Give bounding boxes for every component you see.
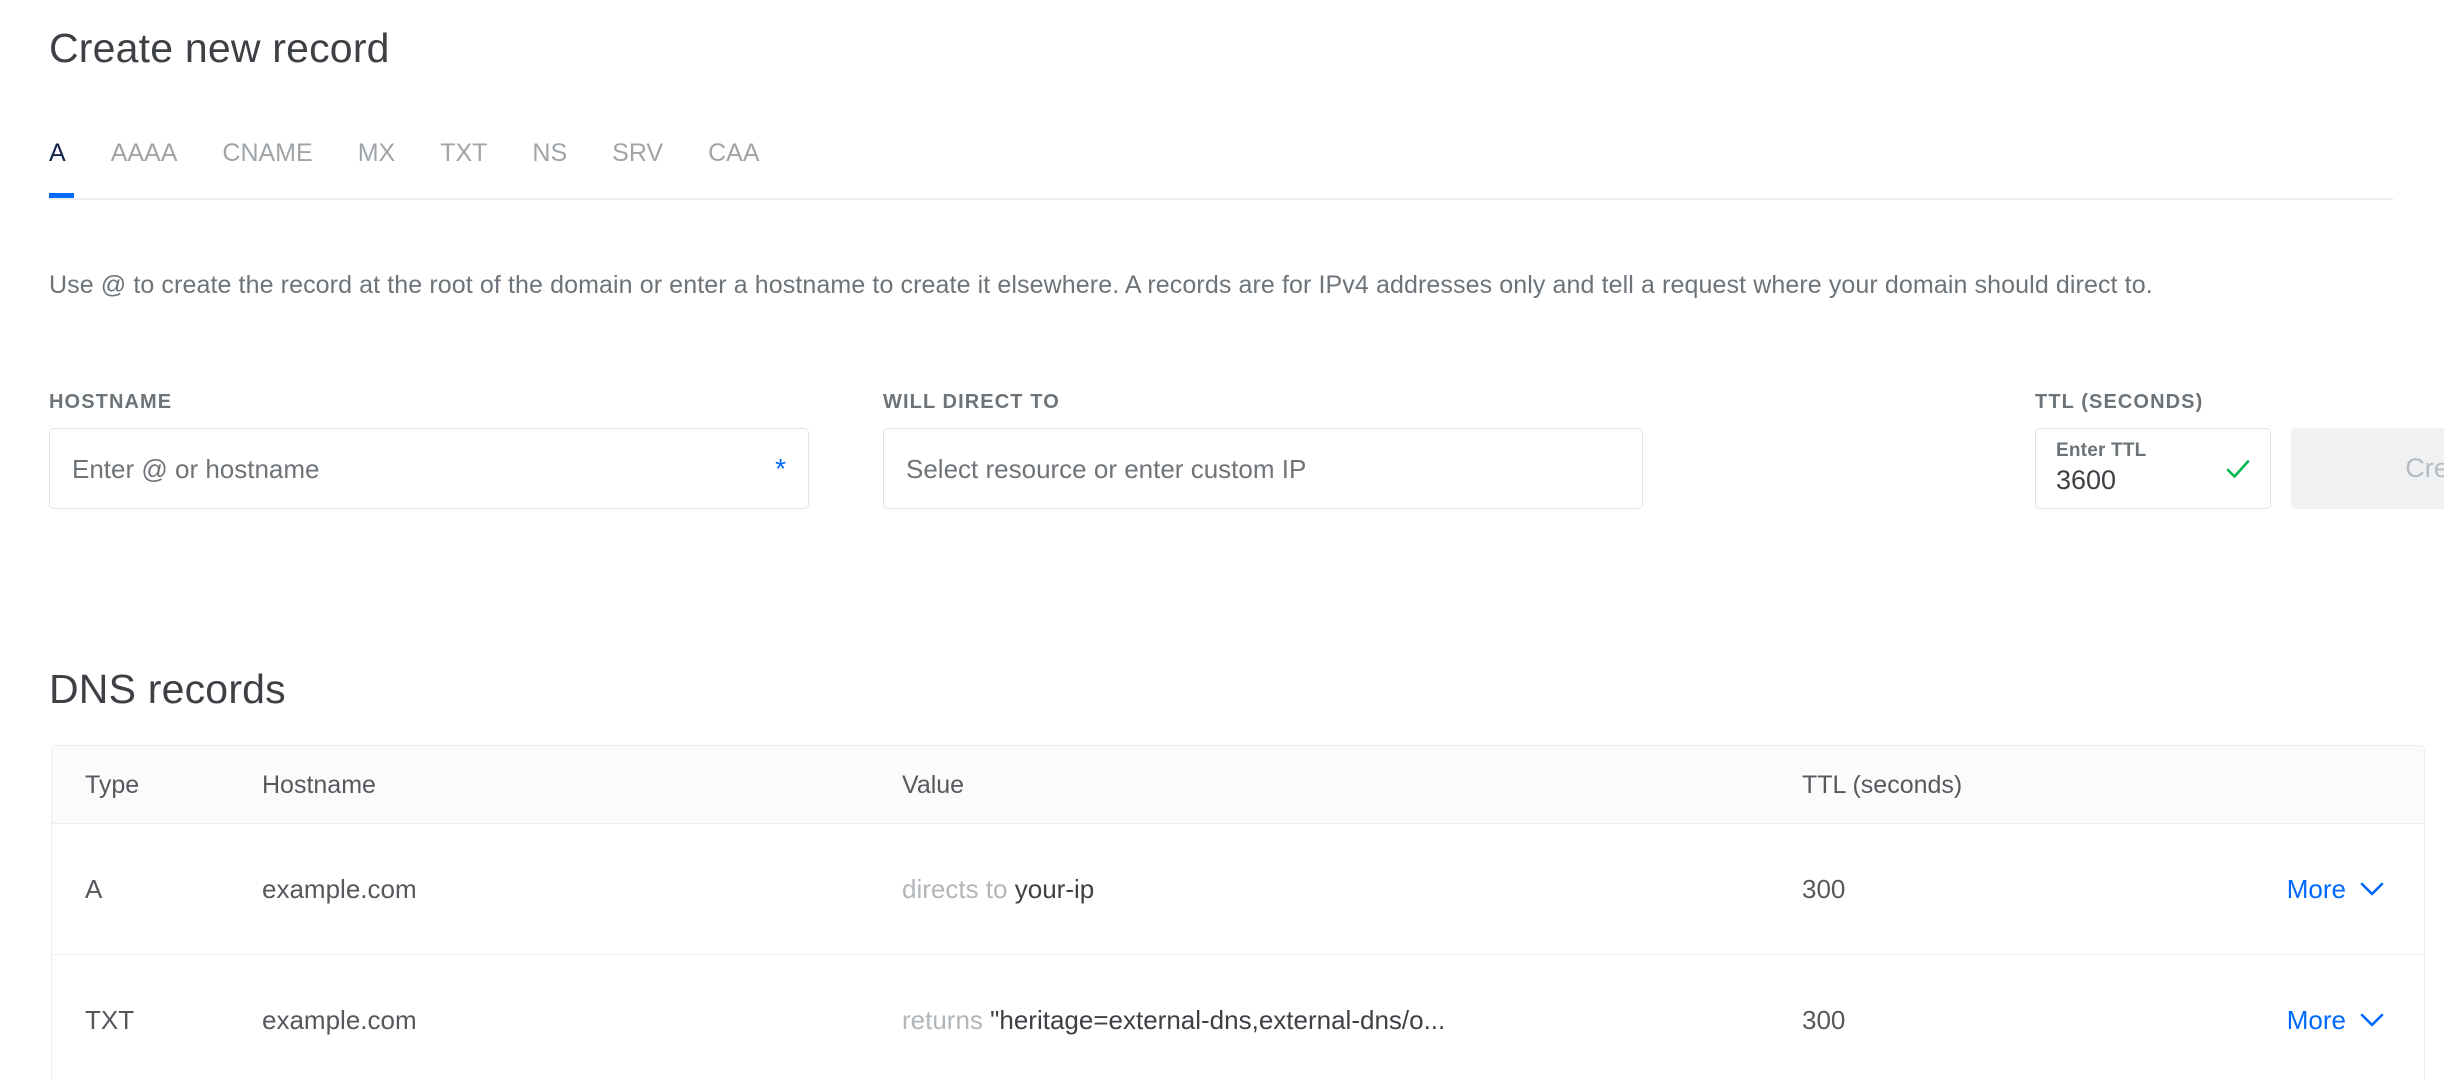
- cell-value-main: your-ip: [1014, 874, 1095, 904]
- tab-ns[interactable]: NS: [532, 138, 567, 196]
- will-direct-to-label: WILL DIRECT TO: [883, 391, 1060, 413]
- cell-value: returns "heritage=external-dns,external-…: [902, 1004, 1802, 1036]
- tab-a-label: A: [49, 139, 66, 167]
- record-type-tabs: A AAAA CNAME MX TXT NS SRV CAA: [49, 138, 2393, 200]
- column-header-hostname: Hostname: [262, 770, 376, 799]
- cell-actions: More: [2154, 873, 2424, 905]
- hostname-label: HOSTNAME: [49, 391, 173, 413]
- table-row: A example.com directs to your-ip 300 Mor…: [52, 824, 2424, 955]
- cell-hostname: example.com: [262, 874, 417, 904]
- column-header-type: Type: [85, 770, 140, 799]
- will-direct-to-placeholder: Select resource or enter custom IP: [906, 453, 1307, 484]
- cell-type: A: [85, 874, 103, 904]
- hostname-input[interactable]: Enter @ or hostname *: [49, 428, 809, 509]
- tab-txt[interactable]: TXT: [440, 138, 487, 196]
- more-button[interactable]: More: [2287, 1004, 2384, 1036]
- ttl-label: TTL (SECONDS): [2035, 391, 2204, 413]
- tab-cname[interactable]: CNAME: [222, 138, 312, 196]
- cell-value-main: "heritage=external-dns,external-dns/o...: [990, 1005, 1446, 1035]
- will-direct-to-field-group: WILL DIRECT TO Select resource or enter …: [883, 390, 1643, 509]
- table-header-row: Type Hostname Value TTL (seconds): [52, 746, 2424, 824]
- cell-actions: More: [2154, 1004, 2424, 1036]
- tab-txt-label: TXT: [440, 139, 488, 167]
- required-asterisk-icon: *: [775, 452, 786, 484]
- create-record-form: HOSTNAME Enter @ or hostname * WILL DIRE…: [49, 390, 2444, 520]
- tab-srv-label: SRV: [612, 139, 664, 167]
- page-title: Create new record: [49, 25, 390, 71]
- tab-srv[interactable]: SRV: [612, 138, 663, 196]
- create-record-button[interactable]: Create Record: [2291, 428, 2444, 509]
- tab-aaaa-label: AAAA: [110, 139, 178, 167]
- ttl-field-group: TTL (SECONDS) Enter TTL 3600: [2035, 390, 2271, 509]
- create-dns-record-page: Create new record A AAAA CNAME MX TXT NS…: [0, 0, 2444, 1080]
- chevron-down-icon: [2360, 882, 2384, 896]
- more-button[interactable]: More: [2287, 873, 2384, 905]
- tab-caa-label: CAA: [708, 139, 760, 167]
- will-direct-to-input[interactable]: Select resource or enter custom IP: [883, 428, 1643, 509]
- table-row: TXT example.com returns "heritage=extern…: [52, 955, 2424, 1080]
- more-label: More: [2286, 874, 2346, 904]
- more-label: More: [2286, 1005, 2346, 1035]
- dns-records-title: DNS records: [49, 666, 286, 712]
- cell-value-prefix: returns: [902, 1005, 983, 1035]
- cell-ttl: 300: [1802, 1005, 1846, 1035]
- ttl-floating-label: Enter TTL: [2056, 440, 2147, 461]
- cell-type: TXT: [85, 1005, 135, 1035]
- tab-ns-label: NS: [532, 139, 568, 167]
- cell-hostname: example.com: [262, 1005, 417, 1035]
- tab-cname-label: CNAME: [222, 139, 313, 167]
- dns-records-table: Type Hostname Value TTL (seconds) A exam…: [51, 745, 2425, 1080]
- tab-a[interactable]: A: [49, 138, 74, 198]
- hostname-placeholder: Enter @ or hostname: [72, 453, 320, 484]
- tab-caa[interactable]: CAA: [708, 138, 759, 196]
- cell-value-prefix: directs to: [902, 874, 1008, 904]
- column-header-value: Value: [902, 770, 965, 799]
- ttl-value: 3600: [2056, 465, 2117, 495]
- cell-value: directs to your-ip: [902, 873, 1802, 905]
- hostname-field-group: HOSTNAME Enter @ or hostname *: [49, 390, 809, 509]
- tab-aaaa[interactable]: AAAA: [111, 138, 178, 196]
- chevron-down-icon: [2360, 1013, 2384, 1027]
- record-type-description: Use @ to create the record at the root o…: [49, 271, 2153, 299]
- column-header-ttl: TTL (seconds): [1802, 770, 1963, 799]
- check-icon: [2226, 459, 2250, 478]
- tab-mx-label: MX: [357, 139, 396, 167]
- tab-mx[interactable]: MX: [358, 138, 396, 196]
- cell-ttl: 300: [1802, 874, 1846, 904]
- ttl-input[interactable]: Enter TTL 3600: [2035, 428, 2271, 509]
